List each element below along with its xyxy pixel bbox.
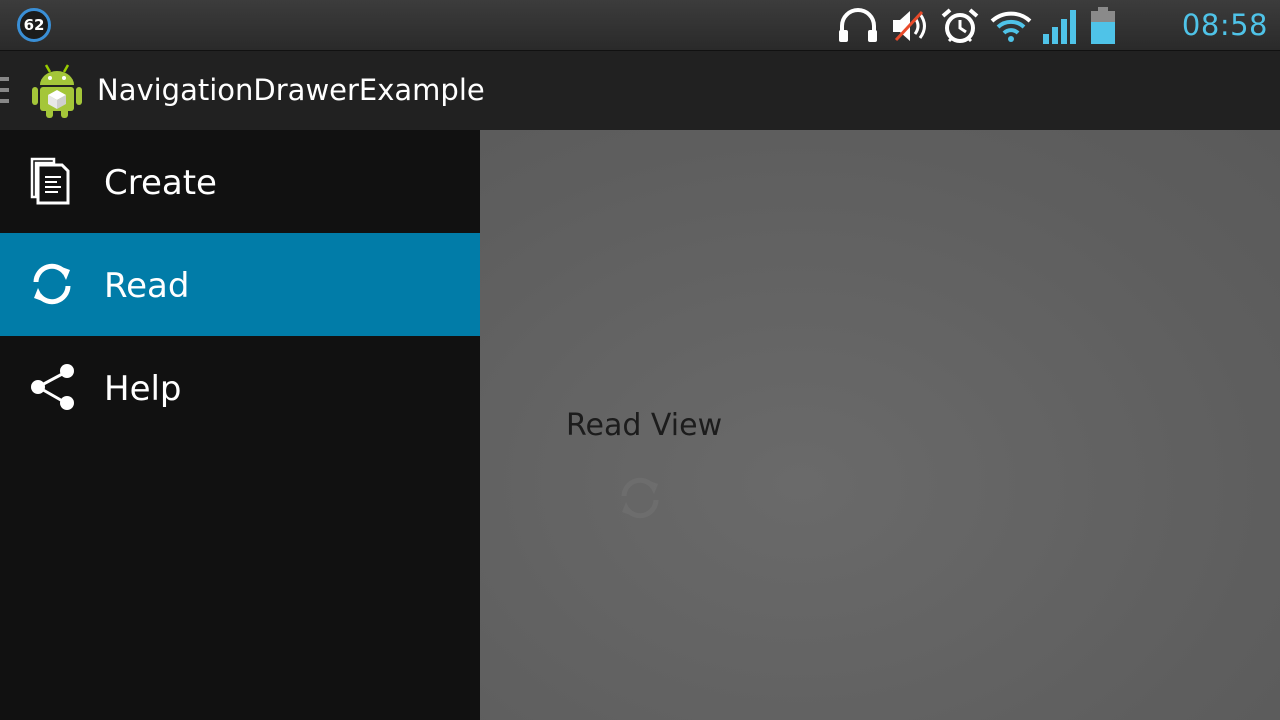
drawer-item-label: Help (104, 369, 182, 409)
battery-icon (1091, 7, 1115, 44)
app-title: NavigationDrawerExample (97, 73, 485, 107)
signal-icon (1043, 10, 1076, 44)
drawer-item-label: Read (104, 266, 190, 306)
content-title: Read View (566, 408, 723, 443)
drawer-item-read[interactable]: Read (0, 233, 480, 336)
drawer-item-help[interactable]: Help (0, 336, 480, 439)
android-app-icon[interactable] (30, 61, 84, 119)
alarm-icon (941, 8, 979, 43)
documents-icon (30, 157, 70, 205)
volume-muted-icon (893, 10, 926, 42)
drawer-item-label: Create (104, 163, 217, 203)
status-bar: 62 08:58 (0, 0, 1280, 51)
navigation-drawer: Create Read Help (0, 130, 480, 720)
action-bar: NavigationDrawerExample (0, 51, 1280, 130)
share-icon (31, 364, 74, 410)
drawer-indicator-icon[interactable] (0, 77, 10, 105)
notification-badge[interactable]: 62 (17, 8, 51, 42)
drawer-item-create[interactable]: Create (0, 130, 480, 233)
clock: 08:58 (1181, 8, 1268, 42)
refresh-icon (621, 477, 659, 519)
wifi-icon (990, 11, 1032, 42)
headset-icon (839, 8, 877, 42)
content-area[interactable]: Read View (480, 130, 1280, 720)
status-icons (836, 6, 1116, 46)
refresh-icon (33, 263, 71, 305)
